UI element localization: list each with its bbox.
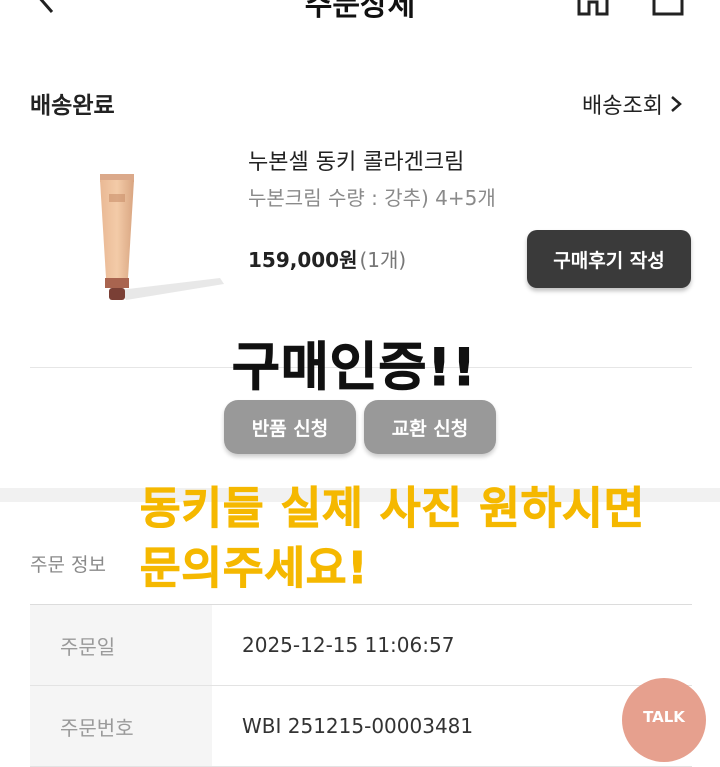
exchange-request-button[interactable]: 교환 신청 [364, 400, 496, 454]
chevron-right-icon [671, 96, 682, 112]
track-delivery-link[interactable]: 배송조회 [582, 88, 683, 120]
overlay-purchase-cert-text: 구매인증!! [232, 338, 477, 399]
track-delivery-label: 배송조회 [582, 94, 663, 119]
order-date-value: 2025-12-15 11:06:57 [242, 633, 455, 657]
overlay-caption-line1: 동키들 실제 사진 원하시면 [139, 483, 646, 535]
order-number-label: 주문번호 [30, 686, 212, 766]
order-number-value: WBI 251215-00003481 [242, 714, 474, 738]
delivery-status: 배송완료 [30, 93, 115, 119]
order-date-row: 주문일 2025-12-15 11:06:57 [30, 605, 692, 686]
product-price-row: 159,000원 (1개) [248, 244, 406, 273]
home-icon[interactable] [573, 0, 613, 18]
talk-chat-button[interactable]: TALK [622, 678, 706, 762]
product-price: 159,000원 [248, 248, 358, 272]
product-image[interactable] [60, 150, 230, 320]
order-number-row: 주문번호 WBI 251215-00003481 [30, 686, 692, 767]
order-info-table: 주문일 2025-12-15 11:06:57 주문번호 WBI 251215-… [30, 604, 692, 767]
product-option: 누본크림 수량 : 강추) 4+5개 [248, 186, 496, 210]
return-request-button[interactable]: 반품 신청 [224, 400, 356, 454]
product-quantity: (1개) [359, 248, 407, 272]
overlay-caption-line2: 문의주세요! [139, 543, 369, 595]
order-date-label: 주문일 [30, 605, 212, 685]
write-review-button[interactable]: 구매후기 작성 [527, 230, 691, 288]
order-info-title: 주문 정보 [30, 554, 106, 576]
top-header: 주문상세 [0, 0, 720, 30]
product-name[interactable]: 누본셀 동키 콜라겐크림 [248, 144, 464, 176]
cart-icon[interactable] [648, 0, 688, 18]
